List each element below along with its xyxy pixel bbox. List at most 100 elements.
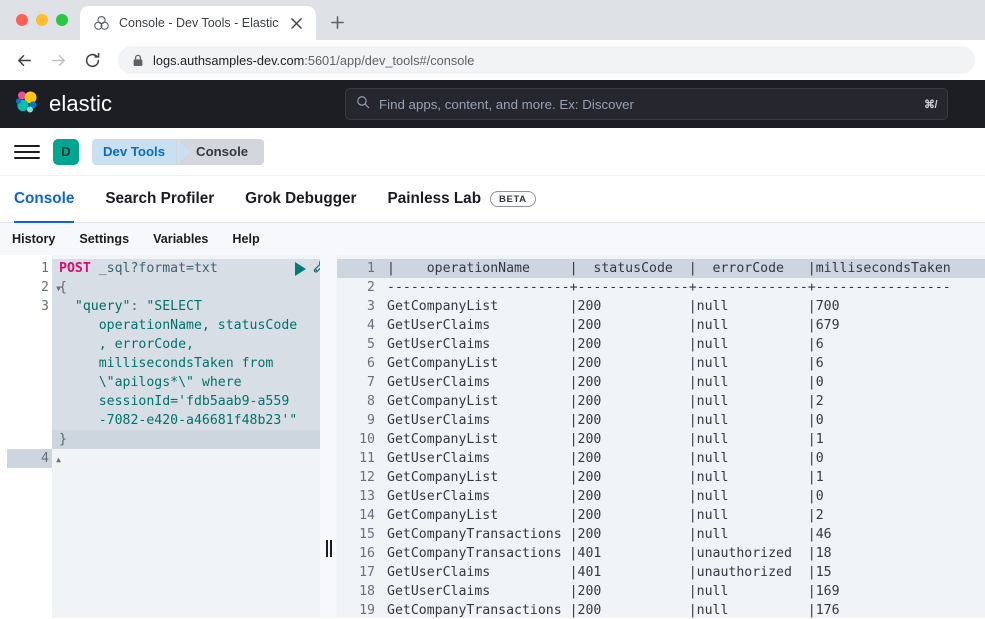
arrow-left-icon <box>17 54 31 66</box>
tab-search-profiler[interactable]: Search Profiler <box>105 176 214 223</box>
response-header-line: | operationName | statusCode | errorCode… <box>383 259 985 278</box>
response-line-number: 11 <box>359 451 375 466</box>
plus-icon <box>331 15 344 29</box>
line-number: 4 ▲ <box>7 449 61 468</box>
close-icon[interactable] <box>288 14 306 32</box>
code-line: "query": "SELECT <box>52 297 320 316</box>
table-row: GetUserClaims |200 |null |0 <box>387 489 824 504</box>
code-line: -7082-e420-a46681f48b23'" <box>52 411 320 430</box>
console-toolbar: History Settings Variables Help <box>0 223 985 255</box>
fold-toggle-icon[interactable]: ▲ <box>56 450 61 469</box>
code-line: { <box>52 278 320 297</box>
response-line-number: 9 <box>367 413 375 428</box>
browser-toolbar: logs.authsamples-dev.com:5601/app/dev_to… <box>0 40 985 80</box>
elastic-global-header: elastic Find apps, content, and more. Ex… <box>0 80 985 128</box>
elastic-cluster-logo-icon <box>14 89 40 120</box>
browser-tab[interactable]: Console - Dev Tools - Elastic <box>80 6 316 40</box>
table-row: GetCompanyList |200 |null |1 <box>387 470 824 485</box>
forward-button[interactable] <box>42 44 74 76</box>
request-editor-pane: 1 2 ▼ 3 4 ▲ POST _sql?format=txt {"quer… <box>0 255 320 618</box>
url-host: logs.authsamples-dev.com <box>153 52 305 68</box>
url-path: :5601/app/dev_tools#/console <box>304 52 475 68</box>
breadcrumb-item-dev-tools[interactable]: Dev Tools <box>92 138 191 165</box>
console-body: 1 2 ▼ 3 4 ▲ POST _sql?format=txt {"quer… <box>0 255 985 618</box>
response-line-number: 18 <box>359 584 375 599</box>
toolbar-variables-button[interactable]: Variables <box>153 232 208 246</box>
space-avatar[interactable]: D <box>53 138 79 165</box>
response-line-number: 16 <box>359 546 375 561</box>
tab-search-profiler-label: Search Profiler <box>105 190 215 207</box>
fold-toggle-icon[interactable]: ▼ <box>56 279 61 298</box>
table-row: GetUserClaims |401 |unauthorized |15 <box>387 565 832 580</box>
response-line-number: 5 <box>367 337 375 352</box>
window-minimize-button[interactable] <box>36 14 48 26</box>
pane-splitter[interactable] <box>320 255 337 618</box>
toolbar-history-button[interactable]: History <box>12 232 55 246</box>
reload-button[interactable] <box>76 44 108 76</box>
toolbar-settings-button[interactable]: Settings <box>79 232 129 246</box>
breadcrumb: Dev Tools Console <box>92 138 265 165</box>
table-row: GetCompanyList |200 |null |2 <box>387 394 824 409</box>
tab-console-label: Console <box>14 190 75 207</box>
line-number: 3 <box>41 299 49 314</box>
response-output-pane[interactable]: 1 2 3 4 5 6 7 8 9 10 11 12 13 14 15 16 17 18 19 | operatio… <box>337 255 985 618</box>
code-line: \"apilogs*\" where <box>52 373 320 392</box>
line-number: 2 ▼ <box>7 278 61 297</box>
response-line-number: 7 <box>367 375 375 390</box>
tab-painless-lab-label: Painless Lab <box>387 190 482 207</box>
request-editor[interactable]: 1 2 ▼ 3 4 ▲ POST _sql?format=txt {"quer… <box>7 255 320 618</box>
hamburger-menu-icon[interactable] <box>14 139 40 165</box>
response-line-number: 13 <box>359 489 375 504</box>
code-line: millisecondsTaken from <box>52 354 320 373</box>
elastic-logo-icon <box>93 15 110 32</box>
back-button[interactable] <box>8 44 40 76</box>
global-search-input[interactable]: Find apps, content, and more. Ex: Discov… <box>345 88 948 120</box>
code-line: operationName, statusCode <box>52 316 320 335</box>
drag-handle-icon[interactable] <box>325 540 332 557</box>
table-row: GetCompanyList |200 |null |6 <box>387 356 824 371</box>
address-bar[interactable]: logs.authsamples-dev.com:5601/app/dev_to… <box>118 46 975 74</box>
status-badge: BETA <box>490 191 536 207</box>
line-number: 1 <box>41 261 49 276</box>
code-line: sessionId='fdb5aab9-a559 <box>52 392 320 411</box>
elastic-brand[interactable]: elastic <box>14 89 112 120</box>
table-row: GetUserClaims |200 |null |169 <box>387 584 840 599</box>
lock-icon <box>132 54 144 67</box>
tab-console[interactable]: Console <box>14 176 75 223</box>
url-text: logs.authsamples-dev.com:5601/app/dev_to… <box>153 53 474 68</box>
response-line-number: 4 <box>367 318 375 333</box>
response-line-number: 17 <box>359 565 375 580</box>
window-traffic-lights <box>10 0 80 40</box>
breadcrumb-bar: D Dev Tools Console <box>0 128 985 176</box>
response-line-number: 15 <box>359 527 375 542</box>
table-row: GetCompanyTransactions |401 |unauthorize… <box>387 546 832 561</box>
request-editor-code[interactable]: POST _sql?format=txt { "query": "SELECT … <box>52 255 320 618</box>
browser-tab-title: Console - Dev Tools - Elastic <box>119 16 279 30</box>
browser-tab-strip: Console - Dev Tools - Elastic <box>0 0 985 40</box>
table-row: GetUserClaims |200 |null |679 <box>387 318 840 333</box>
table-row: GetUserClaims |200 |null |6 <box>387 337 824 352</box>
response-line-number: 1 <box>337 259 383 278</box>
response-line-number: 6 <box>367 356 375 371</box>
wrench-icon[interactable] <box>313 258 320 280</box>
line-number-spacer <box>7 316 52 449</box>
brand-name: elastic <box>49 91 113 116</box>
response-output-code: | operationName | statusCode | errorCode… <box>383 255 985 618</box>
table-row: GetCompanyList |200 |null |2 <box>387 508 824 523</box>
tab-painless-lab[interactable]: Painless Lab BETA <box>388 176 536 223</box>
response-line-number: 2 <box>367 280 375 295</box>
tab-grok-debugger[interactable]: Grok Debugger <box>245 176 356 223</box>
response-line-number: 10 <box>359 432 375 447</box>
response-line-number: 8 <box>367 394 375 409</box>
play-triangle-icon[interactable] <box>295 262 306 276</box>
toolbar-help-button[interactable]: Help <box>232 232 259 246</box>
arrow-right-icon <box>51 54 65 66</box>
table-row: GetUserClaims |200 |null |0 <box>387 451 824 466</box>
code-line: , errorCode, <box>52 335 320 354</box>
window-maximize-button[interactable] <box>56 14 68 26</box>
table-row: GetCompanyTransactions |200 |null |176 <box>387 603 840 618</box>
new-tab-button[interactable] <box>324 8 352 36</box>
http-method: POST <box>59 261 91 276</box>
window-close-button[interactable] <box>16 14 28 26</box>
response-line-number: 19 <box>359 603 375 618</box>
